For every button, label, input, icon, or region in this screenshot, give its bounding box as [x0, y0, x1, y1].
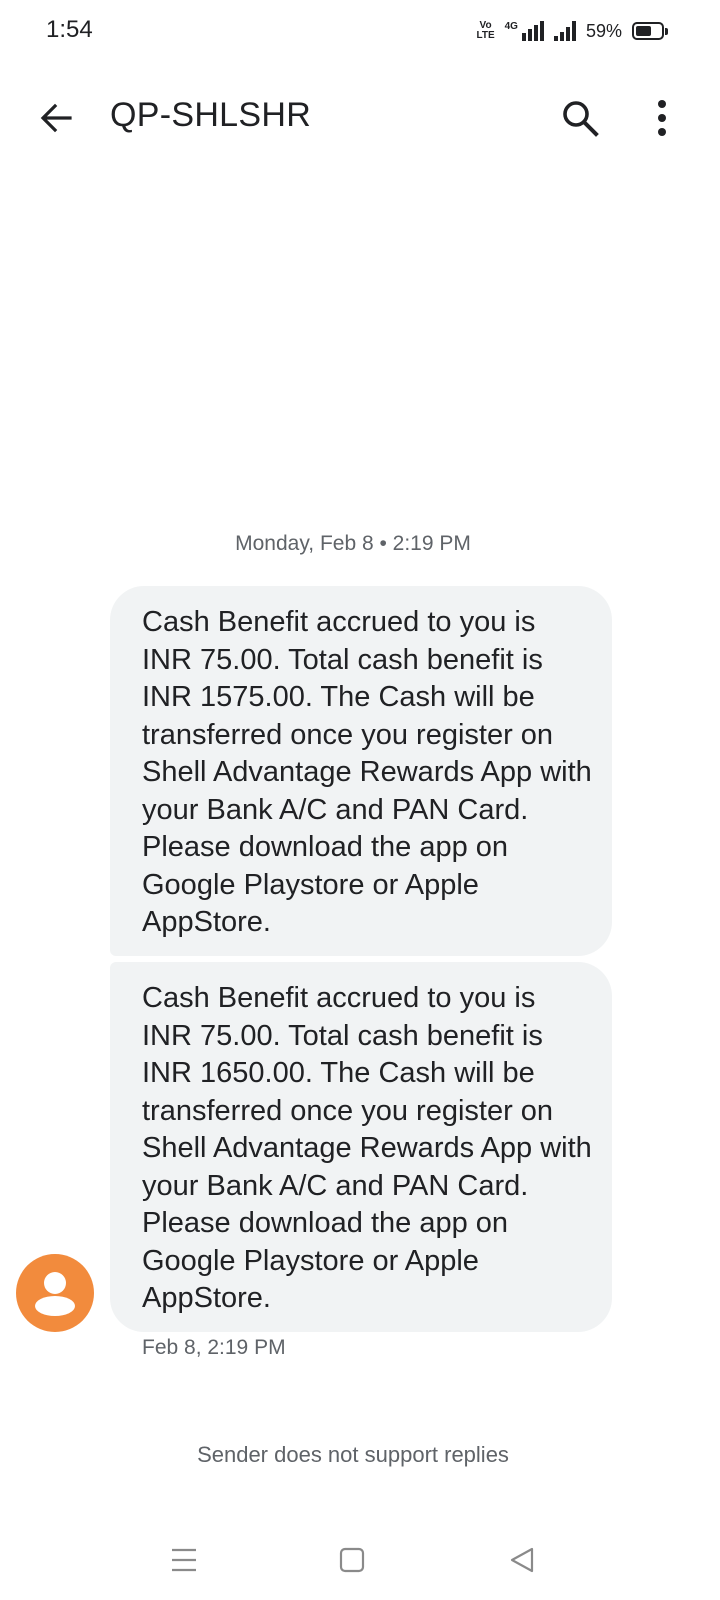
back-triangle-icon — [510, 1547, 534, 1573]
status-time: 1:54 — [46, 16, 93, 43]
signal-strength-icon — [553, 21, 576, 41]
top-app-bar: QP-SHLSHR — [0, 62, 720, 174]
search-button[interactable] — [552, 92, 608, 144]
date-header: Monday, Feb 8 • 2:19 PM — [235, 532, 471, 555]
search-icon — [563, 101, 599, 137]
more-vert-icon — [658, 100, 666, 136]
battery-percentage: 59% — [585, 20, 622, 41]
battery-icon — [632, 22, 668, 40]
back-button[interactable] — [30, 92, 82, 144]
sender-avatar[interactable] — [16, 1254, 94, 1332]
home-button[interactable] — [328, 1536, 376, 1584]
person-icon — [35, 1272, 75, 1316]
system-navigation-bar — [0, 1520, 720, 1600]
more-options-button[interactable] — [636, 92, 688, 144]
network-type-label: 4G — [504, 21, 518, 32]
home-square-icon — [339, 1547, 365, 1573]
recents-button[interactable] — [160, 1536, 208, 1584]
system-back-button[interactable] — [498, 1536, 546, 1584]
no-reply-notice: Sender does not support replies — [197, 1442, 509, 1467]
mobile-data-signal-icon: 4G — [505, 21, 544, 41]
message-bubble[interactable]: Cash Benefit accrued to you is INR 75.00… — [110, 586, 612, 956]
message-bubble[interactable]: Cash Benefit accrued to you is INR 75.00… — [110, 962, 612, 1332]
message-timestamp: Feb 8, 2:19 PM — [142, 1336, 286, 1359]
arrow-back-icon — [40, 103, 72, 133]
conversation-title: QP-SHLSHR — [110, 96, 312, 134]
volte-icon: Vo LTE — [476, 20, 495, 41]
messages-screen: 1:54 Vo LTE 4G 59% QP-SHLSHR Monday, Feb… — [0, 0, 720, 1600]
menu-icon — [172, 1548, 196, 1572]
status-bar: 1:54 Vo LTE 4G 59% — [0, 0, 720, 62]
status-icons: Vo LTE 4G 59% — [476, 18, 668, 44]
